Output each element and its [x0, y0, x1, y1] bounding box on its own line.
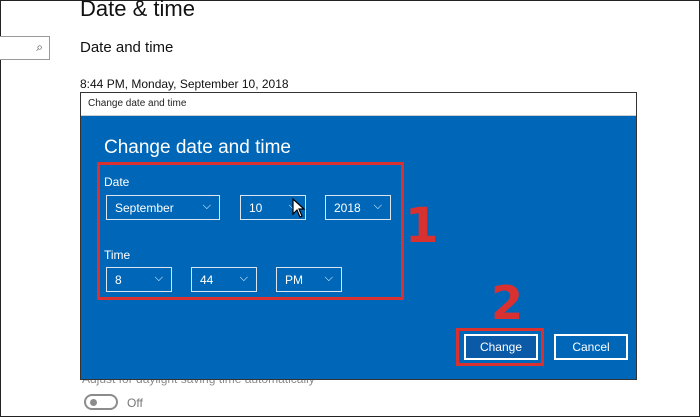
cancel-button[interactable]: Cancel [554, 334, 628, 360]
toggle-knob [90, 399, 97, 406]
dialog-titlebar: Change date and time [81, 93, 636, 116]
dialog-heading: Change date and time [104, 137, 291, 158]
settings-search-input[interactable]: ⌕ [0, 36, 50, 60]
step2-number: 2 [491, 276, 524, 330]
toggle-state-label: Off [127, 396, 143, 410]
page-title: Date & time [80, 0, 195, 21]
step1-highlight-box [97, 162, 404, 300]
mouse-cursor-icon [292, 198, 306, 218]
section-title: Date and time [80, 39, 174, 56]
search-icon: ⌕ [36, 40, 43, 54]
dialog-window-title: Change date and time [88, 98, 187, 109]
current-datetime: 8:44 PM, Monday, September 10, 2018 [80, 77, 289, 91]
step2-highlight-box [456, 328, 544, 366]
step1-number: 1 [405, 198, 439, 254]
daylight-saving-toggle[interactable] [84, 394, 118, 410]
